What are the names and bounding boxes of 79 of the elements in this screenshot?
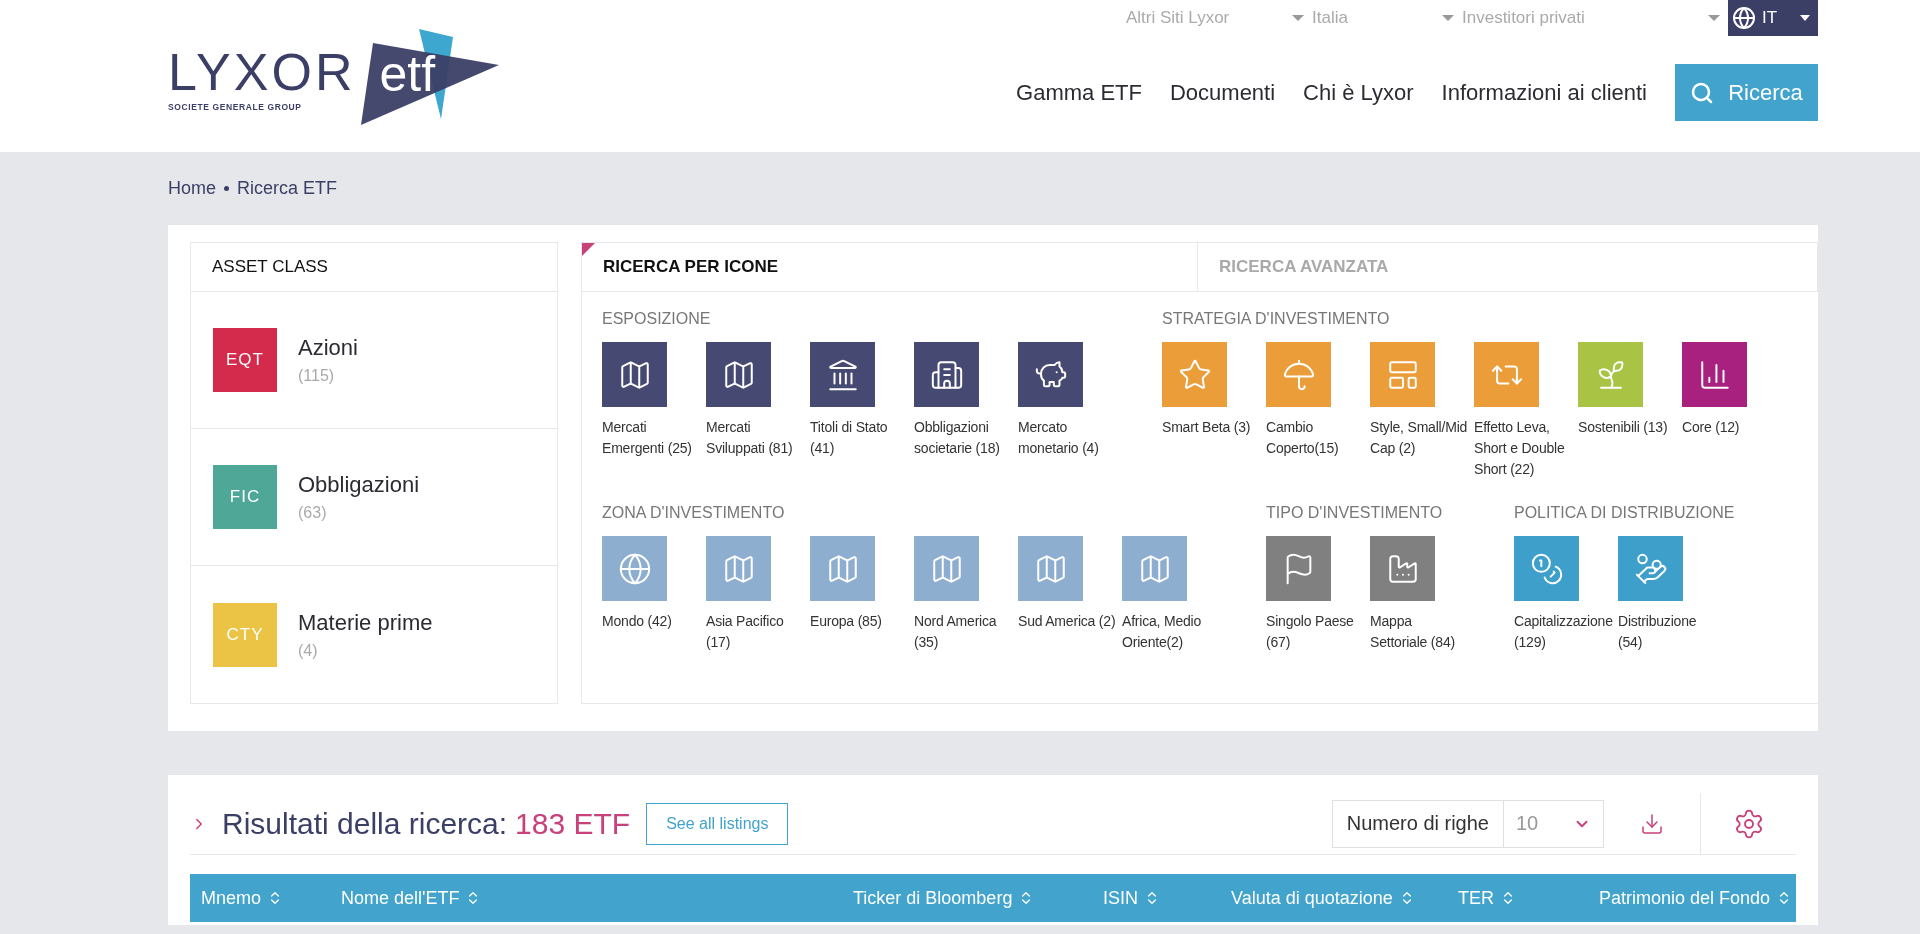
category-label[interactable]: Mondo (42) <box>602 611 703 632</box>
category-tile[interactable] <box>1370 342 1435 407</box>
category-tile[interactable] <box>810 342 875 407</box>
active-tab-flag <box>582 243 595 256</box>
globe-icon <box>617 551 652 586</box>
asset-class-label[interactable]: Materie prime <box>298 609 433 636</box>
category-label[interactable]: Nord America (35) <box>914 611 1015 653</box>
breadcrumb-separator <box>224 186 229 191</box>
umbrella-icon <box>1281 357 1316 392</box>
breadcrumb-link[interactable]: Home <box>168 178 216 199</box>
category-tile[interactable] <box>1018 342 1083 407</box>
logo-mark: etf <box>379 49 436 99</box>
category-tile[interactable] <box>914 536 979 601</box>
category-label[interactable]: Capitalizzazione (129) <box>1514 611 1615 653</box>
category-tile[interactable] <box>602 536 667 601</box>
category-label[interactable]: Cambio Coperto(15) <box>1266 417 1367 459</box>
category-heading: TIPO D'INVESTIMENTO <box>1266 504 1444 522</box>
search-icon <box>1690 80 1715 105</box>
logo-tagline: SOCIETE GENERALE GROUP <box>168 102 303 112</box>
category-label[interactable]: Mercato monetario (4) <box>1018 417 1119 459</box>
logo-wordmark[interactable]: LYXOR <box>168 46 356 98</box>
category-label[interactable]: Style, Small/Mid Cap (2) <box>1370 417 1471 459</box>
breadcrumb-link[interactable]: Ricerca ETF <box>237 178 338 199</box>
category-heading: ZONA D'INVESTIMENTO <box>602 504 786 522</box>
category-label[interactable]: Obbligazioni societarie (18) <box>914 417 1015 459</box>
nav-link[interactable]: Documenti <box>1169 79 1276 106</box>
category-tile[interactable] <box>706 536 771 601</box>
category-label[interactable]: Smart Beta (3) <box>1162 417 1263 438</box>
category-tile[interactable] <box>706 342 771 407</box>
search-tab[interactable]: RICERCA PER ICONE <box>582 243 1198 291</box>
category-label[interactable]: Europa (85) <box>810 611 911 632</box>
asset-class-badge[interactable]: EQT <box>213 328 277 392</box>
category-tile[interactable] <box>914 342 979 407</box>
nav-link[interactable]: Informazioni ai clienti <box>1441 79 1647 106</box>
category-tile[interactable] <box>602 342 667 407</box>
category-tile[interactable] <box>1474 342 1539 407</box>
hand-coins-icon <box>1633 551 1668 586</box>
category-label[interactable]: Core (12) <box>1682 417 1783 438</box>
category-tile[interactable] <box>1618 536 1683 601</box>
panel-title: ASSET CLASS <box>191 243 557 292</box>
category-tile[interactable] <box>1018 536 1083 601</box>
category-heading: STRATEGIA D'INVESTIMENTO <box>1162 310 1391 328</box>
asset-class-label[interactable]: Azioni <box>298 335 358 361</box>
category-label[interactable]: Mercati Emergenti (25) <box>602 417 703 459</box>
category-label[interactable]: Asia Pacifico (17) <box>706 611 807 653</box>
globe-icon <box>1732 6 1756 30</box>
nav-link[interactable]: Gamma ETF <box>1016 79 1142 106</box>
results-title: Risultati della ricerca: <box>222 806 508 841</box>
category-label[interactable]: Mappa Settoriale (84) <box>1370 611 1471 653</box>
asset-class-count: (115) <box>298 367 336 385</box>
asset-class-count: (63) <box>298 504 328 522</box>
category-label[interactable]: Mercati Sviluppati (81) <box>706 417 807 459</box>
asset-class-count: (4) <box>298 641 319 660</box>
category-tile[interactable] <box>1122 536 1187 601</box>
nav-link[interactable]: Chi è Lyxor <box>1303 79 1414 106</box>
asset-class-label[interactable]: Obbligazioni <box>298 472 420 498</box>
category-label[interactable]: Distribuzione (54) <box>1618 611 1719 653</box>
category-label[interactable]: Africa, Medio Oriente(2) <box>1122 611 1223 653</box>
category-label[interactable]: Sud America (2) <box>1018 611 1119 632</box>
category-heading: ESPOSIZIONE <box>602 310 712 328</box>
category-heading: POLITICA DI DISTRIBUZIONE <box>1514 504 1735 522</box>
star-icon <box>1177 357 1212 392</box>
category-tile[interactable] <box>1514 536 1579 601</box>
results-count: 183 ETF <box>515 806 631 841</box>
category-tile[interactable] <box>1266 342 1331 407</box>
category-tile[interactable] <box>1162 342 1227 407</box>
coins-icon <box>1529 551 1564 586</box>
category-tile[interactable] <box>1266 536 1331 601</box>
category-label[interactable]: Singolo Paese (67) <box>1266 611 1367 653</box>
language-select[interactable]: IT <box>1728 0 1818 36</box>
category-label[interactable]: Titoli di Stato (41) <box>810 417 911 459</box>
category-tile[interactable] <box>1370 536 1435 601</box>
download-icon <box>1640 811 1664 836</box>
category-tile[interactable] <box>1682 342 1747 407</box>
rows-per-page-label: Numero di righe <box>1345 812 1490 835</box>
category-tile[interactable] <box>810 536 875 601</box>
category-label[interactable]: Sostenibili (13) <box>1578 417 1679 438</box>
category-tile[interactable] <box>1578 342 1643 407</box>
category-label[interactable]: Effetto Leva, Short e Double Short (22) <box>1474 417 1575 480</box>
